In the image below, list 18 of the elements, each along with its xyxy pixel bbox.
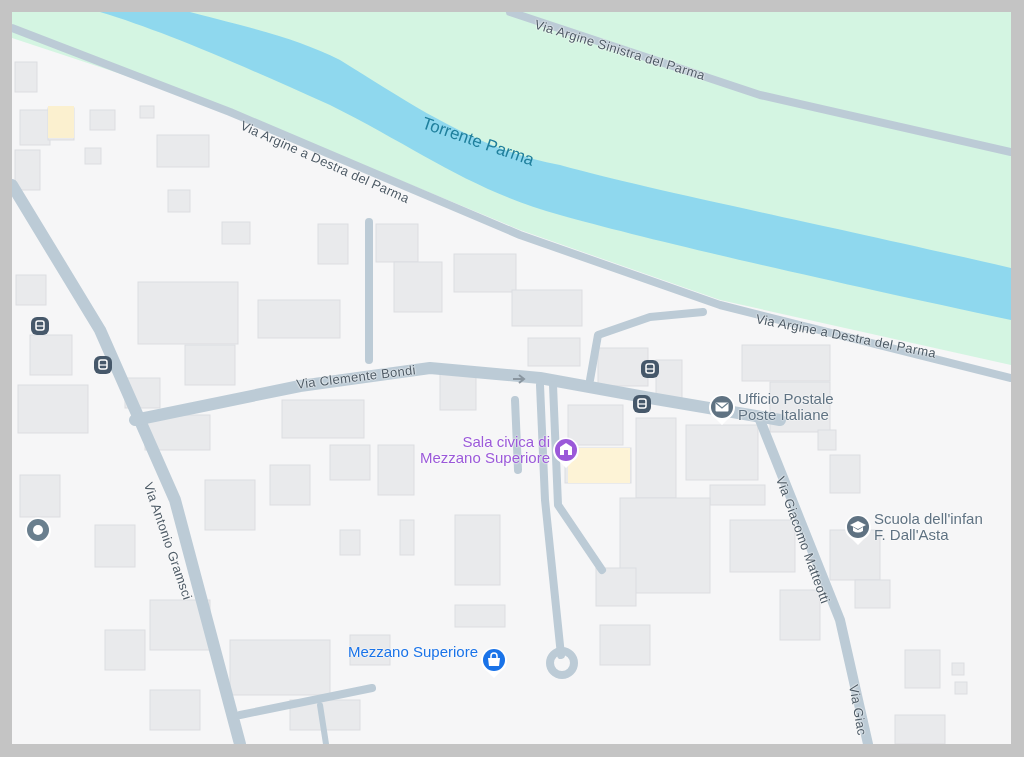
bus-stop-icon[interactable] — [633, 395, 651, 413]
place-pin-icon[interactable] — [479, 645, 509, 679]
place-label[interactable]: Mezzano Superiore — [347, 644, 478, 660]
bus-stop-icon[interactable] — [94, 356, 112, 374]
place-label[interactable]: Ufficio Postale Poste Italiane — [738, 391, 834, 423]
arrow-icon — [512, 374, 526, 384]
map-pin-icon[interactable] — [23, 515, 53, 549]
street-label: Via Giac — [846, 683, 870, 737]
place-pin-icon[interactable] — [843, 512, 873, 546]
place-pin-icon[interactable] — [551, 435, 581, 469]
bus-stop-icon[interactable] — [31, 317, 49, 335]
street-label: Via Argine a Destra del Parma — [754, 311, 938, 361]
place-label[interactable]: Scuola dell'infan F. Dall'Asta — [874, 511, 983, 543]
place-label[interactable]: Sala civica di Mezzano Superiore — [419, 434, 550, 466]
street-label: Via Argine Sinistra del Parma — [532, 16, 708, 84]
place-pin-icon[interactable] — [707, 392, 737, 426]
street-label: Via Clemente Bondi — [295, 362, 417, 392]
bus-stop-icon[interactable] — [641, 360, 659, 378]
